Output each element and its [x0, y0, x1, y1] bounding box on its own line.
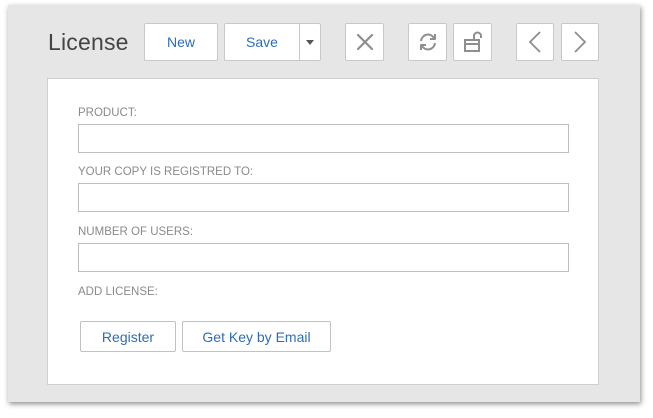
refresh-icon — [417, 31, 439, 53]
unlock-button[interactable] — [453, 23, 492, 61]
product-input[interactable] — [78, 124, 569, 153]
license-window: License New Save PRODUCT: YOUR COPY IS R… — [8, 5, 640, 402]
refresh-button[interactable] — [408, 23, 447, 61]
save-button[interactable]: Save — [224, 23, 300, 61]
license-form-panel: PRODUCT: YOUR COPY IS REGISTRED TO: NUMB… — [47, 78, 599, 385]
new-button[interactable]: New — [144, 23, 218, 61]
number-of-users-input[interactable] — [78, 243, 569, 272]
number-of-users-label: NUMBER OF USERS: — [78, 226, 194, 238]
registered-to-label: YOUR COPY IS REGISTRED TO: — [78, 166, 254, 178]
unlock-icon — [462, 31, 484, 53]
previous-button[interactable] — [516, 23, 554, 61]
close-icon — [356, 33, 374, 51]
close-button[interactable] — [345, 23, 384, 61]
chevron-down-icon — [306, 39, 314, 45]
page-title: License — [48, 29, 129, 55]
add-license-label: ADD LICENSE: — [78, 286, 158, 298]
get-key-by-email-button[interactable]: Get Key by Email — [182, 321, 331, 352]
chevron-left-icon — [528, 30, 542, 54]
chevron-right-icon — [573, 30, 587, 54]
save-dropdown-button[interactable] — [299, 23, 321, 61]
product-label: PRODUCT: — [78, 107, 137, 119]
register-button[interactable]: Register — [80, 321, 176, 352]
registered-to-input[interactable] — [78, 183, 569, 212]
next-button[interactable] — [561, 23, 599, 61]
